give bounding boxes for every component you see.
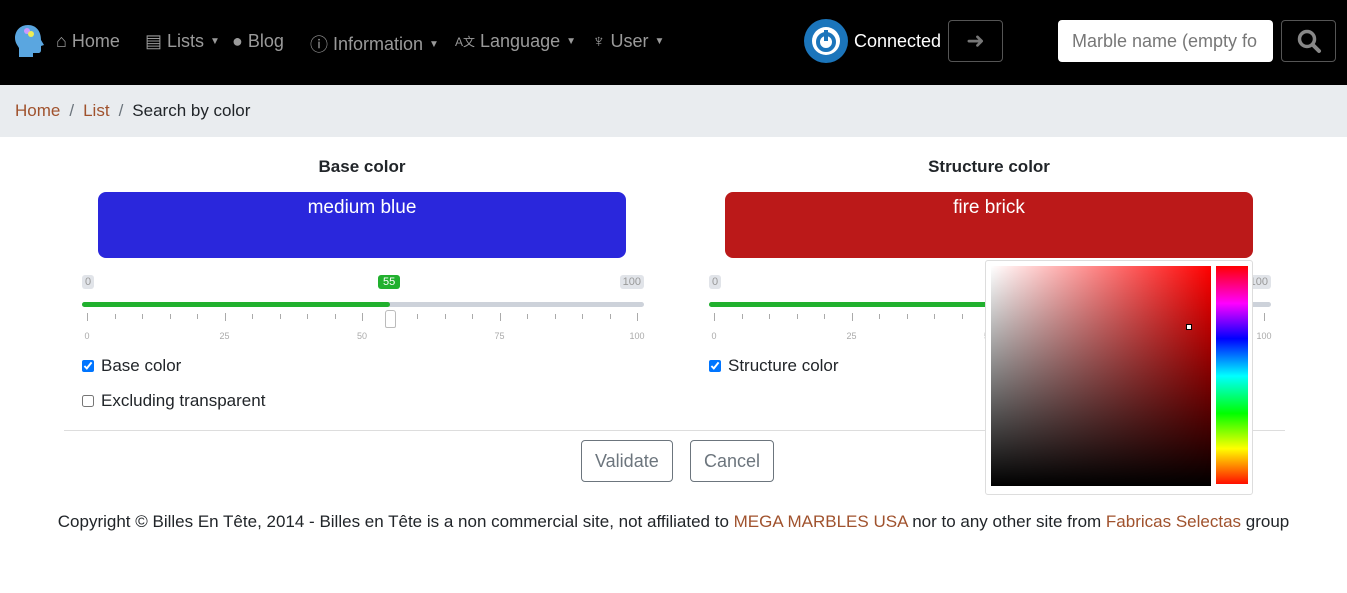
slider-tick bbox=[714, 313, 715, 321]
slider-min-label: 0 bbox=[709, 275, 722, 289]
slider-tick bbox=[307, 314, 308, 319]
slider-fill bbox=[82, 302, 390, 307]
slider-tick bbox=[527, 314, 528, 319]
slider-tick-label: 100 bbox=[629, 331, 645, 341]
hue-slider[interactable] bbox=[1216, 266, 1248, 486]
base-color-slider[interactable]: 0 100 55 0 25 50 75 100 bbox=[82, 275, 645, 345]
color-cursor[interactable] bbox=[1186, 324, 1192, 330]
color-picker-popup bbox=[985, 260, 1253, 495]
slider-tick bbox=[879, 314, 880, 319]
slider-tick bbox=[362, 313, 363, 321]
cancel-button[interactable]: Cancel bbox=[690, 440, 775, 482]
base-color-title: Base color bbox=[318, 157, 406, 176]
connection-status: Connected bbox=[804, 19, 941, 63]
slider-tick-label: 0 bbox=[84, 331, 90, 341]
slider-tick bbox=[444, 314, 446, 319]
footer: Copyright © Billes En Tête, 2014 - Bille… bbox=[57, 512, 1290, 531]
home-icon: ⌂ bbox=[56, 31, 67, 51]
slider-value-label: 55 bbox=[378, 275, 401, 289]
mega-marbles-link[interactable]: MEGA MARBLES USA bbox=[734, 512, 908, 531]
slider-tick bbox=[582, 314, 583, 319]
excluding-transparent-checkbox[interactable]: Excluding transparent bbox=[82, 391, 265, 411]
caret-down-icon: ▼ bbox=[210, 36, 220, 47]
slider-tick bbox=[142, 314, 143, 319]
slider-tick bbox=[906, 314, 908, 319]
slider-tick bbox=[87, 313, 88, 321]
slider-tick-label: 25 bbox=[846, 331, 857, 341]
language-icon: A文 bbox=[455, 35, 476, 49]
nav-information[interactable]: ⓘ Information ▼ bbox=[310, 31, 439, 57]
marble-search-input[interactable] bbox=[1058, 20, 1273, 62]
slider-tick bbox=[1264, 313, 1265, 321]
list-icon: ▤ bbox=[145, 31, 163, 51]
slider-tick bbox=[252, 314, 253, 319]
slider-tick bbox=[279, 314, 281, 319]
slider-tick bbox=[851, 313, 853, 321]
slider-tick-label: 25 bbox=[219, 331, 230, 341]
breadcrumb: Home / List / Search by color bbox=[0, 85, 1347, 137]
navbar: ⌂ Home ▤ Lists ▼ ● Blog ⓘ Information ▼ A文 Lang… bbox=[0, 0, 1347, 85]
slider-tick bbox=[499, 313, 501, 321]
logo-icon[interactable] bbox=[14, 24, 46, 58]
slider-tick bbox=[961, 314, 963, 319]
slider-tick bbox=[114, 314, 116, 319]
slider-tick-label: 50 bbox=[356, 331, 368, 341]
sign-out-icon: ➜ bbox=[966, 28, 985, 53]
slider-tick bbox=[417, 314, 418, 319]
slider-tick bbox=[169, 314, 171, 319]
caret-down-icon: ▼ bbox=[429, 38, 439, 50]
validate-button[interactable]: Validate bbox=[581, 440, 673, 482]
slider-tick-label: 0 bbox=[711, 331, 717, 341]
info-icon: ⓘ bbox=[310, 35, 328, 55]
saturation-value-area[interactable] bbox=[991, 266, 1211, 486]
slider-tick bbox=[769, 314, 770, 319]
nav-language[interactable]: A文 Language ▼ bbox=[455, 31, 576, 52]
nav-blog[interactable]: ● Blog bbox=[232, 31, 284, 52]
slider-min-label: 0 bbox=[82, 275, 95, 289]
comment-icon: ● bbox=[232, 31, 243, 51]
power-icon bbox=[804, 19, 848, 63]
structure-color-swatch[interactable]: fire brick bbox=[725, 192, 1253, 258]
caret-down-icon: ▼ bbox=[654, 36, 665, 47]
slider-max-label: 100 bbox=[619, 275, 644, 289]
slider-tick bbox=[472, 314, 473, 319]
search-button[interactable] bbox=[1281, 20, 1336, 62]
slider-tick-label: 75 bbox=[494, 331, 505, 341]
slider-track[interactable] bbox=[82, 302, 644, 307]
nav-lists[interactable]: ▤ Lists ▼ bbox=[145, 31, 220, 52]
base-color-checkbox[interactable]: Base color bbox=[82, 356, 181, 376]
user-icon: ♆ bbox=[592, 31, 606, 51]
slider-tick-label: 100 bbox=[1256, 331, 1272, 341]
slider-tick bbox=[796, 314, 798, 319]
slider-tick bbox=[934, 314, 935, 319]
breadcrumb-home[interactable]: Home bbox=[15, 101, 60, 121]
slider-tick bbox=[741, 314, 743, 319]
slider-tick bbox=[637, 313, 638, 321]
slider-tick bbox=[334, 314, 336, 319]
base-color-swatch[interactable]: medium blue bbox=[98, 192, 626, 258]
slider-handle[interactable] bbox=[385, 310, 396, 328]
breadcrumb-current: Search by color bbox=[132, 101, 251, 120]
slider-tick bbox=[554, 314, 556, 319]
slider-tick bbox=[197, 314, 198, 319]
breadcrumb-list[interactable]: List bbox=[83, 101, 109, 121]
hue-marker[interactable] bbox=[1216, 484, 1248, 486]
slider-tick bbox=[824, 314, 825, 319]
slider-fill bbox=[709, 302, 1017, 307]
fabricas-selectas-link[interactable]: Fabricas Selectas bbox=[1106, 512, 1241, 531]
slider-tick bbox=[224, 313, 226, 321]
nav-home[interactable]: ⌂ Home bbox=[56, 31, 120, 52]
structure-color-title: Structure color bbox=[928, 157, 1050, 176]
search-icon bbox=[1297, 29, 1321, 53]
nav-user[interactable]: ♆ User ▼ bbox=[592, 31, 664, 52]
slider-tick bbox=[609, 314, 611, 319]
caret-down-icon: ▼ bbox=[566, 36, 577, 47]
structure-color-checkbox[interactable]: Structure color bbox=[709, 356, 839, 376]
logout-button[interactable]: ➜ bbox=[948, 20, 1003, 62]
